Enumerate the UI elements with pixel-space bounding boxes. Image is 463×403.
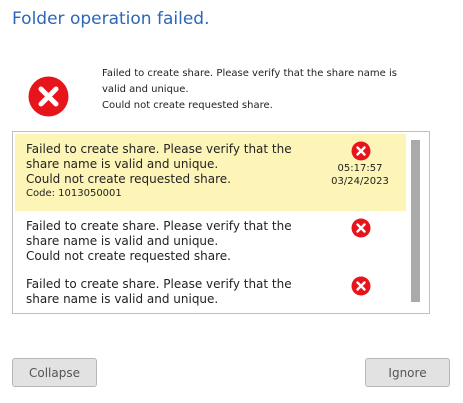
scrollbar-track[interactable]	[411, 140, 420, 302]
collapse-button[interactable]: Collapse	[12, 358, 97, 387]
error-icon	[28, 76, 69, 117]
log-entry-date: 03/24/2023	[331, 176, 389, 187]
error-x-circle-icon	[351, 218, 371, 238]
log-entry-line: share name is valid and unique.	[26, 292, 219, 306]
summary-line: valid and unique.	[102, 84, 189, 95]
summary-line: Failed to create share. Please verify th…	[102, 68, 397, 79]
log-entry-line: Could not create requested share.	[26, 249, 231, 263]
log-entry-line: Failed to create share. Please verify th…	[26, 219, 292, 233]
error-x-circle-icon	[351, 276, 371, 296]
log-entry[interactable]: Failed to create share. Please verify th…	[15, 134, 406, 211]
log-entry-message: Failed to create share. Please verify th…	[26, 142, 306, 200]
error-summary: Failed to create share. Please verify th…	[102, 66, 422, 114]
log-entry-message: Failed to create share. Please verify th…	[26, 219, 306, 264]
dialog-title: Folder operation failed.	[12, 9, 210, 29]
error-x-circle-icon	[351, 141, 371, 161]
log-entry-line: share name is valid and unique.	[26, 157, 219, 171]
log-entry-line: share name is valid and unique.	[26, 234, 219, 248]
log-entry-code: Code: 1013050001	[26, 188, 122, 199]
summary-line: Could not create requested share.	[102, 100, 273, 111]
log-entry-line: Failed to create share. Please verify th…	[26, 142, 292, 156]
log-entry[interactable]: Failed to create share. Please verify th…	[15, 211, 406, 267]
ignore-button[interactable]: Ignore	[365, 358, 450, 387]
log-entry-line: Could not create requested share.	[26, 172, 231, 186]
log-entry-time: 05:17:57	[337, 163, 383, 174]
log-entry-line: Failed to create share. Please verify th…	[26, 277, 292, 291]
log-entry[interactable]: Failed to create share. Please verify th…	[15, 269, 406, 313]
log-entry-message: Failed to create share. Please verify th…	[26, 277, 306, 307]
error-log-list[interactable]: Failed to create share. Please verify th…	[12, 131, 430, 314]
scrollbar-thumb[interactable]	[411, 140, 420, 302]
